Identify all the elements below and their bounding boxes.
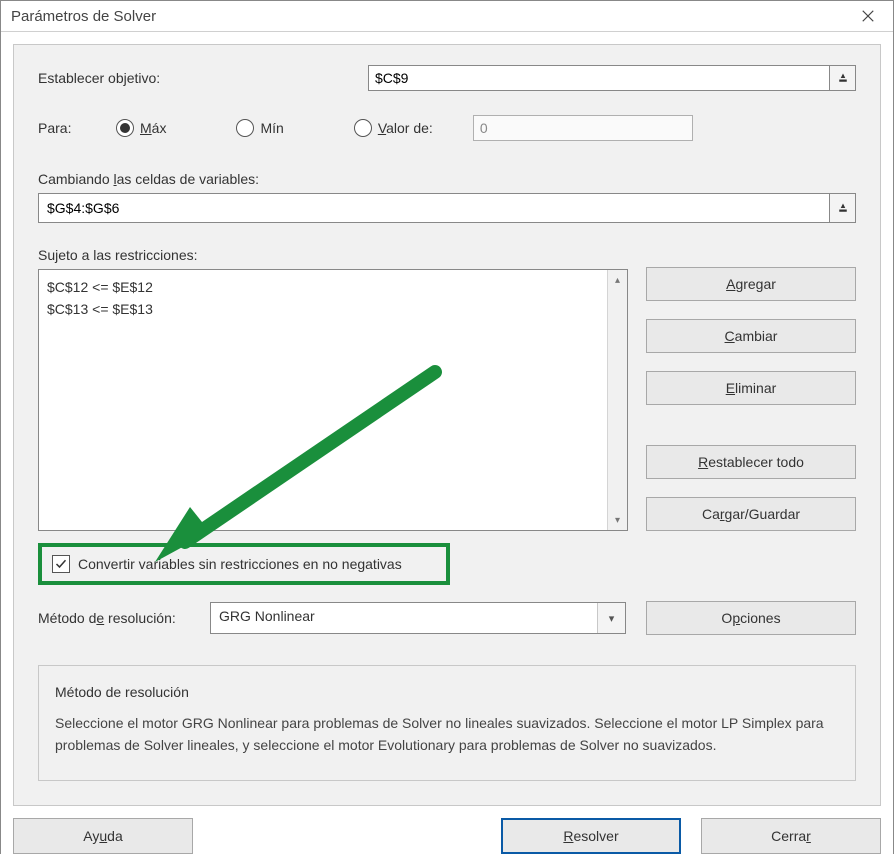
options-button[interactable]: Opciones <box>646 601 856 635</box>
radio-icon <box>354 119 372 137</box>
footer: Ayuda Resolver Cerrar <box>1 818 893 854</box>
value-of-input <box>473 115 693 141</box>
nonneg-checkbox[interactable] <box>52 555 70 573</box>
variables-input-wrap <box>38 193 856 223</box>
chevron-down-icon[interactable]: ▾ <box>597 603 625 633</box>
para-radio-group: Máx Mín Valor de: <box>116 119 473 137</box>
method-desc-body: Seleccione el motor GRG Nonlinear para p… <box>55 712 839 756</box>
constraints-left: Sujeto a las restricciones: $C$12 <= $E$… <box>38 245 628 531</box>
method-select[interactable]: GRG Nonlinear ▾ <box>210 602 626 634</box>
solve-button[interactable]: Resolver <box>501 818 681 854</box>
constraints-area: Sujeto a las restricciones: $C$12 <= $E$… <box>38 245 856 531</box>
objective-row: Establecer objetivo: <box>38 65 856 91</box>
constraints-list[interactable]: $C$12 <= $E$12 $C$13 <= $E$13 <box>39 270 607 530</box>
radio-value-of[interactable]: Valor de: <box>354 119 433 137</box>
radio-min[interactable]: Mín <box>236 119 283 137</box>
radio-max[interactable]: Máx <box>116 119 166 137</box>
objective-input-wrap <box>368 65 856 91</box>
content: Establecer objetivo: Para: Máx <box>1 32 893 818</box>
constraint-item[interactable]: $C$12 <= $E$12 <box>47 276 599 298</box>
help-button[interactable]: Ayuda <box>13 818 193 854</box>
close-button[interactable]: Cerrar <box>701 818 881 854</box>
para-label: Para: <box>38 120 116 136</box>
solver-dialog: Parámetros de Solver Establecer objetivo… <box>0 0 894 854</box>
range-picker-icon[interactable] <box>829 194 855 222</box>
objective-input[interactable] <box>369 66 829 90</box>
add-button[interactable]: Agregar <box>646 267 856 301</box>
objective-label: Establecer objetivo: <box>38 70 368 86</box>
scroll-down-icon[interactable]: ▾ <box>608 510 627 530</box>
radio-valor-label: Valor de: <box>378 120 433 136</box>
method-row: Método de resolución: GRG Nonlinear ▾ Op… <box>38 601 856 635</box>
scroll-up-icon[interactable]: ▴ <box>608 270 627 290</box>
variables-label: Cambiando las celdas de variables: <box>38 171 856 187</box>
side-buttons: Agregar Cambiar Eliminar Restablecer tod… <box>646 245 856 531</box>
constraint-item[interactable]: $C$13 <= $E$13 <box>47 298 599 320</box>
nonneg-highlight: Convertir variables sin restricciones en… <box>38 543 450 585</box>
close-icon[interactable] <box>853 1 883 31</box>
load-save-button[interactable]: Cargar/Guardar <box>646 497 856 531</box>
method-desc-heading: Método de resolución <box>55 684 839 700</box>
nonneg-label: Convertir variables sin restricciones en… <box>78 556 402 572</box>
reset-all-button[interactable]: Restablecer todo <box>646 445 856 479</box>
para-row: Para: Máx Mín Valor de: <box>38 115 856 141</box>
variables-input[interactable] <box>39 194 829 222</box>
radio-min-label: Mín <box>260 120 283 136</box>
scrollbar[interactable]: ▴ ▾ <box>607 270 627 530</box>
titlebar: Parámetros de Solver <box>1 1 893 32</box>
radio-max-label: Máx <box>140 120 166 136</box>
radio-icon <box>236 119 254 137</box>
method-label: Método de resolución: <box>38 610 198 626</box>
dialog-title: Parámetros de Solver <box>11 8 853 25</box>
method-selected: GRG Nonlinear <box>211 603 597 633</box>
range-picker-icon[interactable] <box>829 66 855 90</box>
constraints-label: Sujeto a las restricciones: <box>38 247 628 263</box>
constraints-list-wrap: $C$12 <= $E$12 $C$13 <= $E$13 ▴ ▾ <box>38 269 628 531</box>
delete-button[interactable]: Eliminar <box>646 371 856 405</box>
radio-icon <box>116 119 134 137</box>
change-button[interactable]: Cambiar <box>646 319 856 353</box>
main-panel: Establecer objetivo: Para: Máx <box>13 44 881 806</box>
method-description-box: Método de resolución Seleccione el motor… <box>38 665 856 781</box>
